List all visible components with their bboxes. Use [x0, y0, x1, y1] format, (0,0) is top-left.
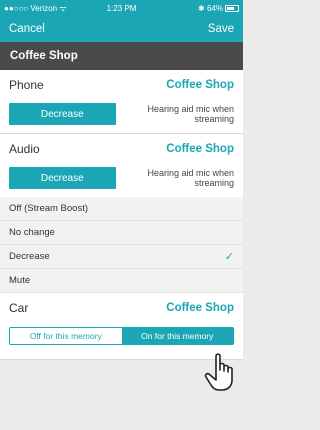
car-memory-toggle: Off for this memory On for this memory [9, 327, 234, 345]
phone-row-head[interactable]: Phone Coffee Shop [0, 70, 243, 99]
audio-label: Audio [9, 141, 40, 156]
option-label: Mute [9, 275, 31, 286]
phone-value: Coffee Shop [166, 78, 234, 91]
audio-value: Coffee Shop [166, 142, 234, 155]
audio-row-head[interactable]: Audio Coffee Shop [0, 134, 243, 163]
option-off-stream-boost[interactable]: Off (Stream Boost) [0, 197, 243, 221]
audio-options-list: Off (Stream Boost) No change Decrease ✓ … [0, 197, 243, 293]
phone-row: Phone Coffee Shop Decrease Hearing aid m… [0, 70, 243, 133]
cancel-button[interactable]: Cancel [9, 23, 45, 35]
car-row: Car Coffee Shop Off for this memory On f… [0, 293, 243, 359]
audio-row-body: Decrease Hearing aid mic when streaming [0, 163, 243, 197]
option-decrease[interactable]: Decrease ✓ [0, 245, 243, 269]
section-header: Coffee Shop [0, 42, 243, 70]
checkmark-icon: ✓ [224, 251, 234, 263]
car-value: Coffee Shop [166, 301, 234, 314]
battery-status: ✱ 64% [198, 4, 239, 13]
hand-pointer-icon [204, 353, 233, 391]
audio-row: Audio Coffee Shop Decrease Hearing aid m… [0, 134, 243, 197]
option-mute[interactable]: Mute [0, 269, 243, 293]
option-label: Decrease [9, 251, 50, 262]
option-no-change[interactable]: No change [0, 221, 243, 245]
audio-note: Hearing aid mic when streaming [147, 168, 234, 188]
option-label: No change [9, 227, 55, 238]
nav-bar: Cancel Save [0, 16, 243, 42]
battery-icon [225, 4, 239, 12]
phone-row-body: Decrease Hearing aid mic when streaming [0, 99, 243, 133]
car-label: Car [9, 300, 29, 315]
car-row-head[interactable]: Car Coffee Shop [0, 293, 243, 322]
wifi-icon: ᯤ [59, 3, 67, 13]
toggle-on-segment[interactable]: On for this memory [121, 328, 233, 344]
toggle-off-segment[interactable]: Off for this memory [10, 328, 122, 344]
phone-decrease-button[interactable]: Decrease [9, 103, 116, 125]
carrier-label: ●●○○○ Verizon ᯤ [4, 3, 67, 13]
audio-decrease-button[interactable]: Decrease [9, 167, 116, 189]
phone-note: Hearing aid mic when streaming [147, 104, 234, 124]
bluetooth-icon: ✱ [198, 3, 205, 13]
status-bar: ●●○○○ Verizon ᯤ 1:23 PM ✱ 64% [0, 0, 243, 16]
phone-label: Phone [9, 77, 44, 92]
option-label: Off (Stream Boost) [9, 203, 89, 214]
save-button[interactable]: Save [208, 23, 234, 35]
